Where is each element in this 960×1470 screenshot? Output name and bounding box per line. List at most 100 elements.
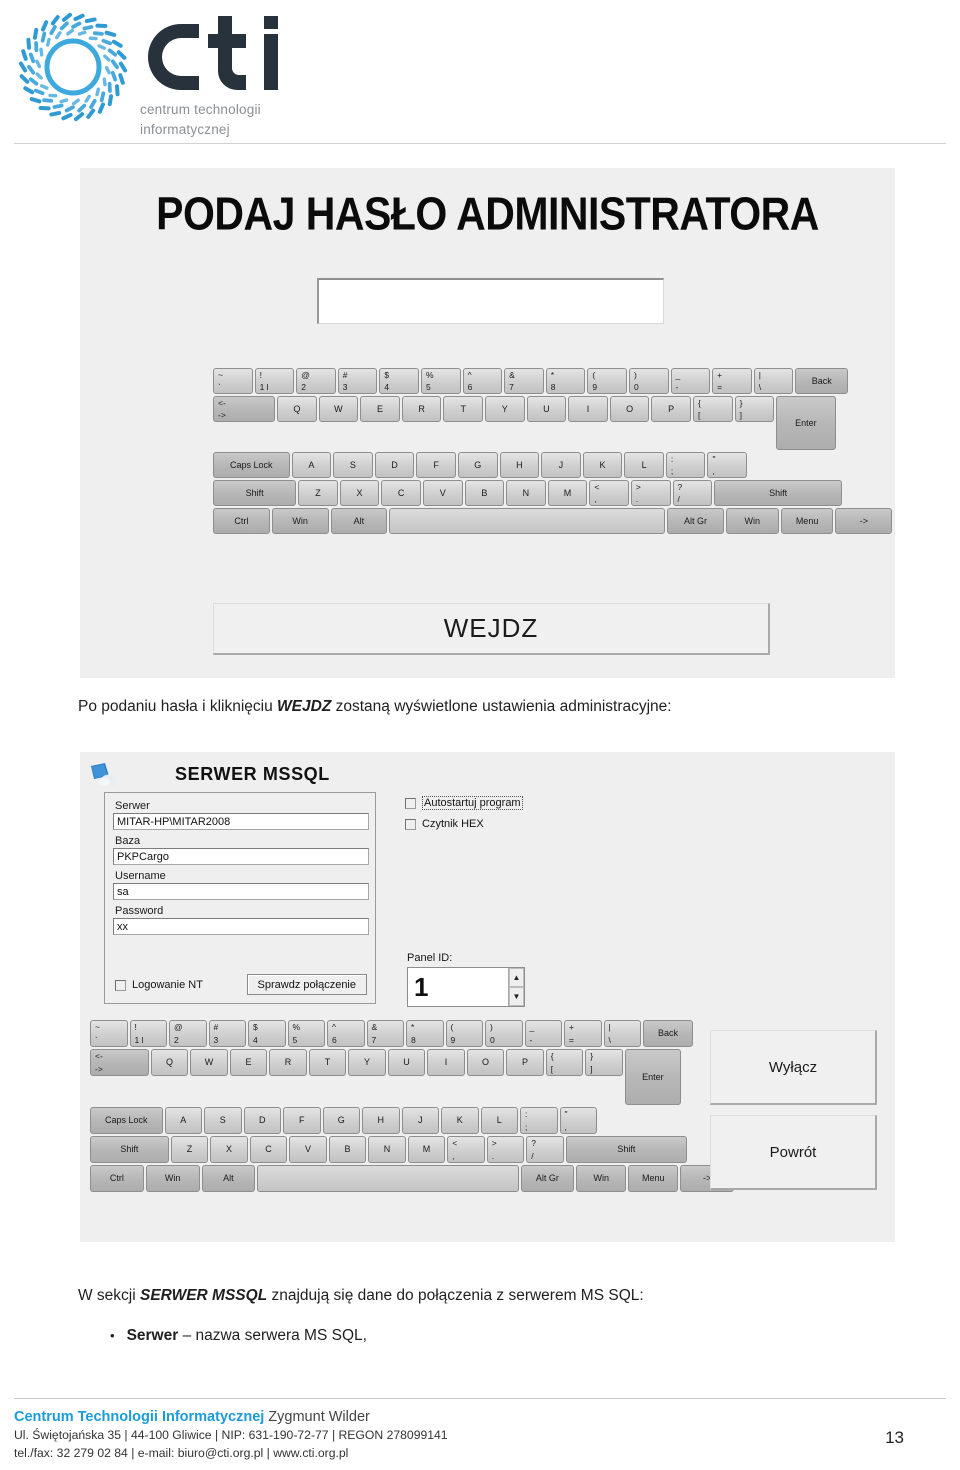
key-space[interactable] — [257, 1165, 519, 1192]
key-s[interactable]: S — [333, 452, 373, 478]
key-=[interactable]: + = — [712, 368, 752, 394]
check-connection-button[interactable]: Sprawdz połączenie — [246, 974, 367, 995]
key-8[interactable]: * 8 — [406, 1020, 444, 1047]
key-7[interactable]: & 7 — [504, 368, 544, 394]
key-6[interactable]: ^ 6 — [327, 1020, 365, 1047]
key-j[interactable]: J — [401, 1107, 439, 1134]
key-o[interactable]: O — [466, 1049, 505, 1076]
key-space[interactable] — [389, 508, 666, 534]
key-k[interactable]: K — [582, 452, 623, 478]
key-menu[interactable]: Menu — [780, 508, 834, 534]
key-b[interactable]: B — [464, 480, 505, 506]
key-/[interactable]: ? / — [526, 1136, 564, 1163]
key-=[interactable]: + = — [564, 1020, 602, 1047]
key-win[interactable]: Win — [576, 1165, 627, 1192]
key-9[interactable]: (9 — [445, 1020, 483, 1047]
key-alt-gr[interactable]: Alt Gr — [520, 1165, 575, 1192]
key-8[interactable]: * 8 — [545, 368, 586, 394]
panel-id-value[interactable]: 1 — [408, 968, 508, 1006]
key-\[interactable]: | \ — [603, 1020, 641, 1047]
key-t[interactable]: T — [308, 1049, 347, 1076]
key-k[interactable]: K — [441, 1107, 479, 1134]
key-c[interactable]: C — [381, 480, 421, 506]
key-][interactable]: }] — [734, 396, 775, 422]
key-ctrl[interactable]: Ctrl — [90, 1165, 144, 1192]
autostart-checkbox[interactable] — [405, 797, 416, 809]
key-v[interactable]: V — [422, 480, 463, 506]
key-d[interactable]: D — [374, 452, 415, 478]
key-alt-gr[interactable]: Alt Gr — [667, 508, 724, 534]
key-t[interactable]: T — [443, 396, 483, 422]
key-x[interactable]: X — [339, 480, 380, 506]
key-4[interactable]: $4 — [379, 368, 419, 394]
key-shift[interactable]: Shift — [213, 480, 297, 506]
key-y[interactable]: Y — [348, 1049, 386, 1076]
key-6[interactable]: ^ 6 — [462, 368, 503, 394]
key-2[interactable]: @2 — [296, 368, 336, 394]
password-input[interactable] — [317, 278, 664, 324]
key-`[interactable]: ~ ` — [213, 368, 253, 394]
key-.[interactable]: >. — [486, 1136, 525, 1163]
key-ctrl[interactable]: Ctrl — [213, 508, 270, 534]
panel-id-stepper-buttons[interactable]: ▲ ▼ — [508, 968, 524, 1006]
key-0[interactable]: ) 0 — [485, 1020, 523, 1047]
key-9[interactable]: (9 — [587, 368, 627, 394]
key-/[interactable]: ? / — [672, 480, 713, 506]
key-f[interactable]: F — [416, 452, 456, 478]
key-][interactable]: }] — [585, 1049, 623, 1076]
key-->[interactable]: <- -> — [90, 1049, 149, 1076]
key-3[interactable]: #3 — [208, 1020, 246, 1047]
key-q[interactable]: Q — [277, 396, 317, 422]
virtual-keyboard-password[interactable]: ~ `! 1 l @2 #3 $4% 5 ^ 6 & 7 * 8(9) 0 _ - + = | \ Back <- -> Q W… — [213, 368, 894, 536]
key-e[interactable]: E — [360, 396, 400, 422]
virtual-keyboard-admin[interactable]: ~ `! 1 l @2 #3 $4% 5 ^ 6 & 7 * 8(9) 0 _ - + = | \ Back <- -> Q W… — [90, 1020, 736, 1194]
key-i[interactable]: I — [427, 1049, 465, 1076]
key-.[interactable]: >. — [630, 480, 671, 506]
key-win[interactable]: Win — [145, 1165, 200, 1192]
key-y[interactable]: Y — [485, 396, 525, 422]
key-u[interactable]: U — [526, 396, 567, 422]
key-c[interactable]: C — [249, 1136, 288, 1163]
key-z[interactable]: Z — [298, 480, 338, 506]
spin-up-icon[interactable]: ▲ — [509, 968, 524, 987]
key-shift[interactable]: Shift — [565, 1136, 687, 1163]
key-a[interactable]: A — [291, 452, 332, 478]
nt-login-checkbox[interactable] — [115, 979, 126, 991]
key-v[interactable]: V — [289, 1136, 327, 1163]
key-[[interactable]: {[ — [692, 396, 733, 422]
key-u[interactable]: U — [387, 1049, 426, 1076]
autostart-checkbox-row[interactable]: Autostartuj program — [405, 796, 523, 810]
key-3[interactable]: #3 — [337, 368, 378, 394]
key-g[interactable]: G — [322, 1107, 360, 1134]
key-d[interactable]: D — [243, 1107, 281, 1134]
key-2[interactable]: @2 — [169, 1020, 207, 1047]
wylacz-button[interactable]: Wyłącz — [710, 1030, 877, 1105]
key-,[interactable]: ", — [707, 452, 748, 478]
key-->[interactable]: -> — [835, 508, 893, 534]
key-7[interactable]: & 7 — [366, 1020, 404, 1047]
powrot-button[interactable]: Powrót — [710, 1115, 877, 1190]
key-e[interactable]: E — [229, 1049, 268, 1076]
key-alt[interactable]: Alt — [201, 1165, 256, 1192]
key--[interactable]: _ - — [524, 1020, 562, 1047]
key-q[interactable]: Q — [150, 1049, 189, 1076]
key-0[interactable]: ) 0 — [628, 368, 669, 394]
key-p[interactable]: P — [651, 396, 691, 422]
key-f[interactable]: F — [283, 1107, 321, 1134]
key-enter[interactable]: Enter — [776, 396, 836, 450]
key-shift[interactable]: Shift — [90, 1136, 169, 1163]
key-shift[interactable]: Shift — [714, 480, 843, 506]
spin-down-icon[interactable]: ▼ — [509, 987, 524, 1006]
key-menu[interactable]: Menu — [628, 1165, 679, 1192]
field-username-input[interactable]: sa — [113, 883, 369, 900]
key-m[interactable]: M — [407, 1136, 446, 1163]
key-win[interactable]: Win — [725, 508, 779, 534]
nt-login-checkbox-row[interactable]: Logowanie NT — [115, 979, 203, 991]
key-;[interactable]: :; — [520, 1107, 558, 1134]
key-[[interactable]: {[ — [545, 1049, 584, 1076]
panel-id-stepper[interactable]: 1 ▲ ▼ — [407, 967, 525, 1007]
key-i[interactable]: I — [568, 396, 608, 422]
field-password-input[interactable]: xx — [113, 918, 369, 935]
key-n[interactable]: N — [368, 1136, 406, 1163]
field-serwer-input[interactable]: MITAR-HP\MITAR2008 — [113, 813, 369, 830]
